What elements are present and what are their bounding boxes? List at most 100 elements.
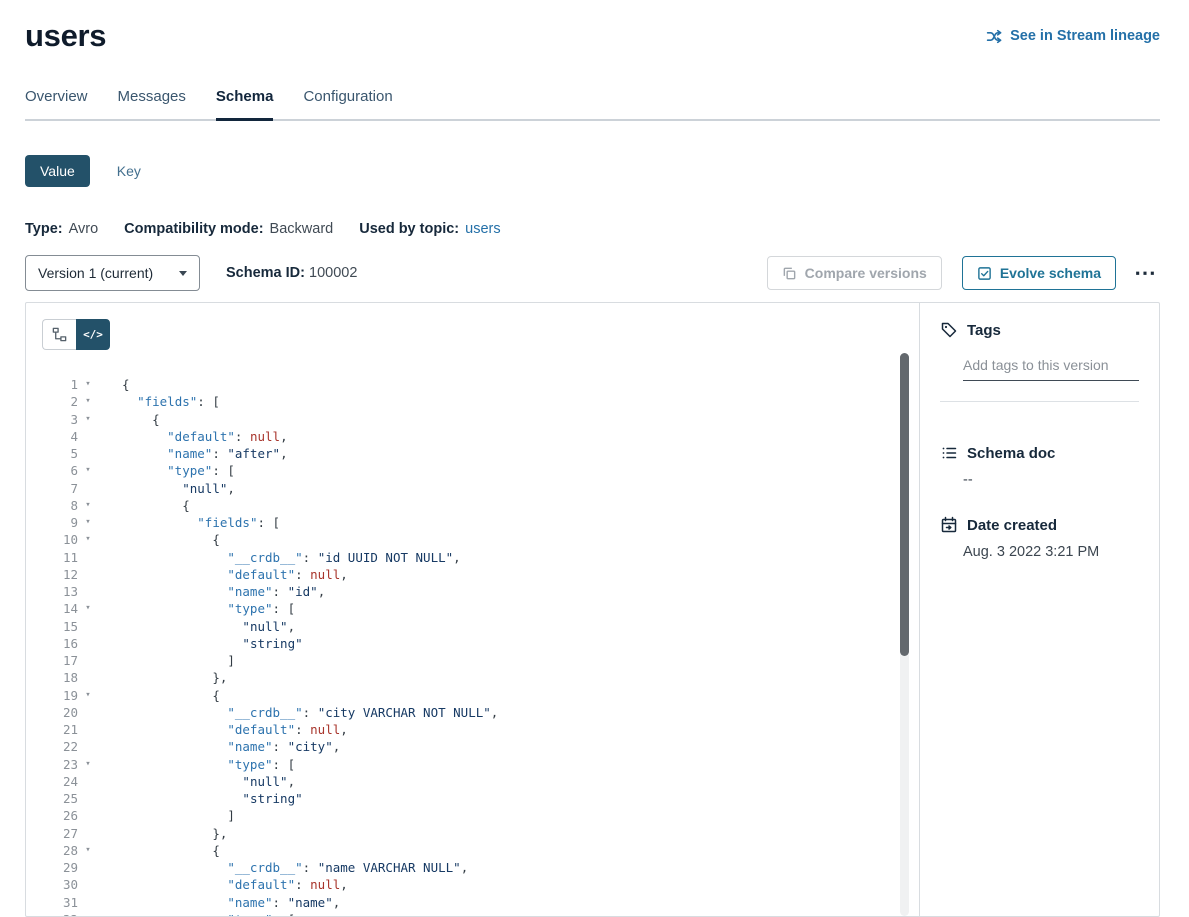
code-text: "null",: [98, 773, 295, 790]
compare-versions-button[interactable]: Compare versions: [767, 256, 942, 290]
value-toggle-button[interactable]: Value: [25, 155, 90, 187]
code-view-icon: </>: [83, 328, 103, 341]
compare-versions-icon: [782, 266, 797, 281]
stream-lineage-label: See in Stream lineage: [1010, 28, 1160, 44]
line-number: 16: [42, 635, 78, 652]
schema-meta: Type: Avro Compatibility mode: Backward …: [25, 221, 1160, 237]
version-select-value: Version 1 (current): [38, 265, 153, 281]
line-number: 19: [42, 687, 78, 704]
more-options-button[interactable]: ⋯: [1130, 262, 1160, 284]
date-created-title: Date created: [967, 517, 1057, 534]
stream-lineage-icon: [986, 28, 1003, 45]
schema-toolbar: Version 1 (current) Schema ID: 100002 Co…: [25, 255, 1160, 291]
code-line: 20 "__crdb__": "city VARCHAR NOT NULL",: [42, 704, 919, 721]
fold-spacer: [78, 704, 98, 721]
fold-toggle-icon[interactable]: ▾: [78, 842, 98, 859]
tree-view-icon: [51, 326, 68, 343]
fold-toggle-icon[interactable]: ▾: [78, 393, 98, 410]
tab-configuration[interactable]: Configuration: [303, 88, 392, 119]
code-line: 21 "default": null,: [42, 721, 919, 738]
fold-spacer: [78, 790, 98, 807]
code-text: {: [98, 376, 130, 393]
line-number: 20: [42, 704, 78, 721]
fold-spacer: [78, 583, 98, 600]
line-number: 7: [42, 480, 78, 497]
fold-toggle-icon[interactable]: ▾: [78, 531, 98, 548]
fold-toggle-icon[interactable]: ▾: [78, 462, 98, 479]
stream-lineage-link[interactable]: See in Stream lineage: [986, 28, 1160, 45]
code-text: "__crdb__": "name VARCHAR NULL",: [98, 859, 468, 876]
line-number: 18: [42, 669, 78, 686]
tags-section-header: Tags: [940, 321, 1139, 339]
code-text: "name": "city",: [98, 738, 340, 755]
code-line: 29 "__crdb__": "name VARCHAR NULL",: [42, 859, 919, 876]
version-select[interactable]: Version 1 (current): [25, 255, 200, 291]
line-number: 32: [42, 911, 78, 916]
line-number: 26: [42, 807, 78, 824]
code-line: 32▾ "type": [: [42, 911, 919, 916]
schema-id-label: Schema ID:: [226, 265, 305, 281]
line-number: 15: [42, 618, 78, 635]
tab-bar: Overview Messages Schema Configuration: [25, 88, 1160, 121]
code-text: {: [98, 687, 220, 704]
tab-messages[interactable]: Messages: [118, 88, 186, 119]
code-text: "default": null,: [98, 566, 348, 583]
line-number: 27: [42, 825, 78, 842]
code-line: 2▾ "fields": [: [42, 393, 919, 410]
code-text: "type": [: [98, 911, 295, 916]
tab-schema[interactable]: Schema: [216, 88, 274, 121]
code-text: "string": [98, 790, 303, 807]
tags-input[interactable]: [963, 357, 1139, 381]
code-text: "type": [: [98, 756, 295, 773]
scrollbar[interactable]: [900, 353, 909, 916]
fold-toggle-icon[interactable]: ▾: [78, 514, 98, 531]
code-line: 10▾ {: [42, 531, 919, 548]
code-text: "__crdb__": "city VARCHAR NOT NULL",: [98, 704, 498, 721]
fold-toggle-icon[interactable]: ▾: [78, 497, 98, 514]
schema-doc-title: Schema doc: [967, 445, 1055, 462]
evolve-schema-button[interactable]: Evolve schema: [962, 256, 1116, 290]
code-line: 26 ]: [42, 807, 919, 824]
line-number: 8: [42, 497, 78, 514]
code-text: "name": "after",: [98, 445, 288, 462]
topic-link[interactable]: users: [465, 221, 500, 237]
fold-spacer: [78, 618, 98, 635]
code-line: 12 "default": null,: [42, 566, 919, 583]
scrollbar-thumb[interactable]: [900, 353, 909, 656]
code-text: "name": "id",: [98, 583, 325, 600]
code-line: 5 "name": "after",: [42, 445, 919, 462]
fold-toggle-icon[interactable]: ▾: [78, 411, 98, 428]
code-view-button[interactable]: </>: [76, 319, 110, 350]
tree-view-button[interactable]: [42, 319, 76, 350]
code-text: {: [98, 531, 220, 548]
code-line: 15 "null",: [42, 618, 919, 635]
fold-spacer: [78, 549, 98, 566]
fold-toggle-icon[interactable]: ▾: [78, 376, 98, 393]
code-text: {: [98, 411, 160, 428]
code-line: 13 "name": "id",: [42, 583, 919, 600]
fold-spacer: [78, 652, 98, 669]
schema-doc-icon: [940, 444, 958, 462]
view-toggle: </>: [42, 319, 110, 350]
code-line: 19▾ {: [42, 687, 919, 704]
code-line: 22 "name": "city",: [42, 738, 919, 755]
type-value: Avro: [69, 221, 99, 237]
fold-toggle-icon[interactable]: ▾: [78, 911, 98, 916]
fold-spacer: [78, 566, 98, 583]
fold-toggle-icon[interactable]: ▾: [78, 756, 98, 773]
code-text: {: [98, 842, 220, 859]
code-text: "fields": [: [98, 393, 220, 410]
tab-overview[interactable]: Overview: [25, 88, 88, 119]
fold-toggle-icon[interactable]: ▾: [78, 600, 98, 617]
details-sidebar: Tags Schema doc --: [919, 303, 1159, 916]
fold-spacer: [78, 807, 98, 824]
schema-doc-header: Schema doc: [940, 444, 1139, 462]
code-lines: 1▾{2▾ "fields": [3▾ {4 "default": null,5…: [42, 376, 919, 916]
code-line: 11 "__crdb__": "id UUID NOT NULL",: [42, 549, 919, 566]
fold-toggle-icon[interactable]: ▾: [78, 687, 98, 704]
code-line: 3▾ {: [42, 411, 919, 428]
code-line: 16 "string": [42, 635, 919, 652]
key-toggle-button[interactable]: Key: [102, 155, 156, 187]
line-number: 11: [42, 549, 78, 566]
code-text: },: [98, 825, 227, 842]
